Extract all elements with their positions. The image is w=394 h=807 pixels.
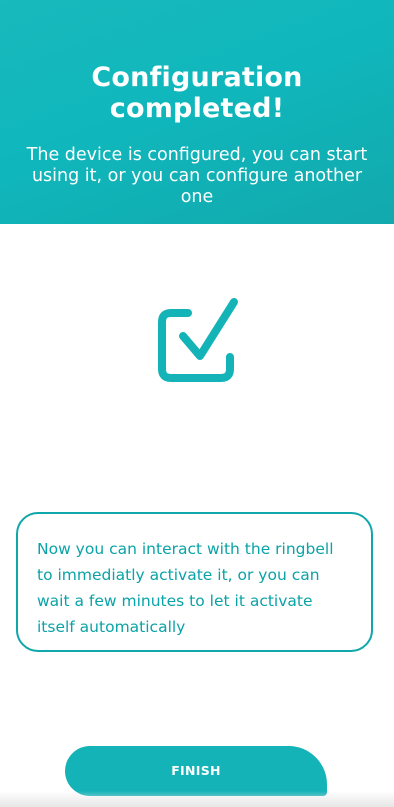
checkbox-checked-icon [155, 294, 243, 386]
configuration-completed-screen: Configuration completed! The device is c… [0, 0, 394, 807]
bottom-edge-shadow [0, 791, 394, 807]
page-title: Configuration completed! [91, 62, 303, 124]
finish-button[interactable]: FINISH [65, 746, 327, 796]
info-message-text: Now you can interact with the ringbell t… [37, 540, 334, 636]
info-message-box: Now you can interact with the ringbell t… [16, 512, 373, 652]
header-banner: Configuration completed! The device is c… [0, 0, 394, 224]
page-subtitle: The device is configured, you can start … [26, 145, 368, 207]
